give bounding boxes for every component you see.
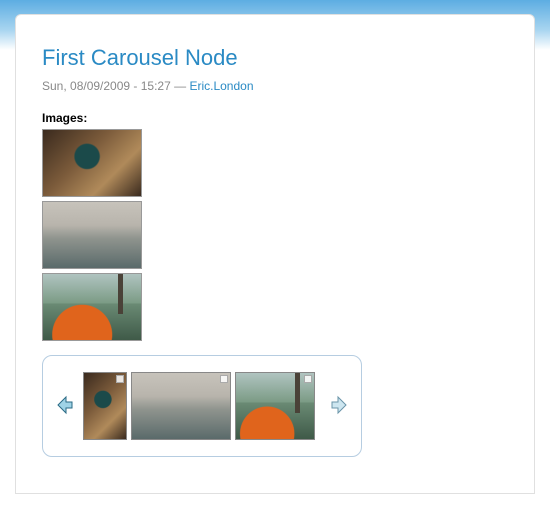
carousel-next-button[interactable] (329, 395, 351, 417)
submitted-line: Sun, 08/09/2009 - 15:27 — Eric.London (42, 79, 508, 93)
image-thumb (42, 273, 142, 341)
carousel-thumb[interactable] (83, 372, 127, 440)
images-stack (42, 129, 508, 341)
content-region: First Carousel Node Sun, 08/09/2009 - 15… (15, 14, 535, 494)
submitted-sep: — (171, 79, 190, 93)
submitted-date: Sun, 08/09/2009 - 15:27 (42, 79, 171, 93)
thumb-badge-icon (220, 375, 228, 383)
image-thumb (42, 201, 142, 269)
images-label: Images: (42, 111, 508, 125)
image-link[interactable] (42, 129, 508, 197)
arrow-right-icon (330, 395, 350, 418)
carousel (42, 355, 362, 457)
thumb-badge-icon (116, 375, 124, 383)
page-title: First Carousel Node (42, 45, 508, 71)
image-link[interactable] (42, 273, 508, 341)
arrow-left-icon (54, 395, 74, 418)
image-thumb (42, 129, 142, 197)
author-link[interactable]: Eric.London (189, 79, 253, 93)
carousel-thumb[interactable] (131, 372, 231, 440)
carousel-track (83, 372, 321, 440)
carousel-thumb[interactable] (235, 372, 315, 440)
image-link[interactable] (42, 201, 508, 269)
thumb-badge-icon (304, 375, 312, 383)
carousel-prev-button[interactable] (53, 395, 75, 417)
